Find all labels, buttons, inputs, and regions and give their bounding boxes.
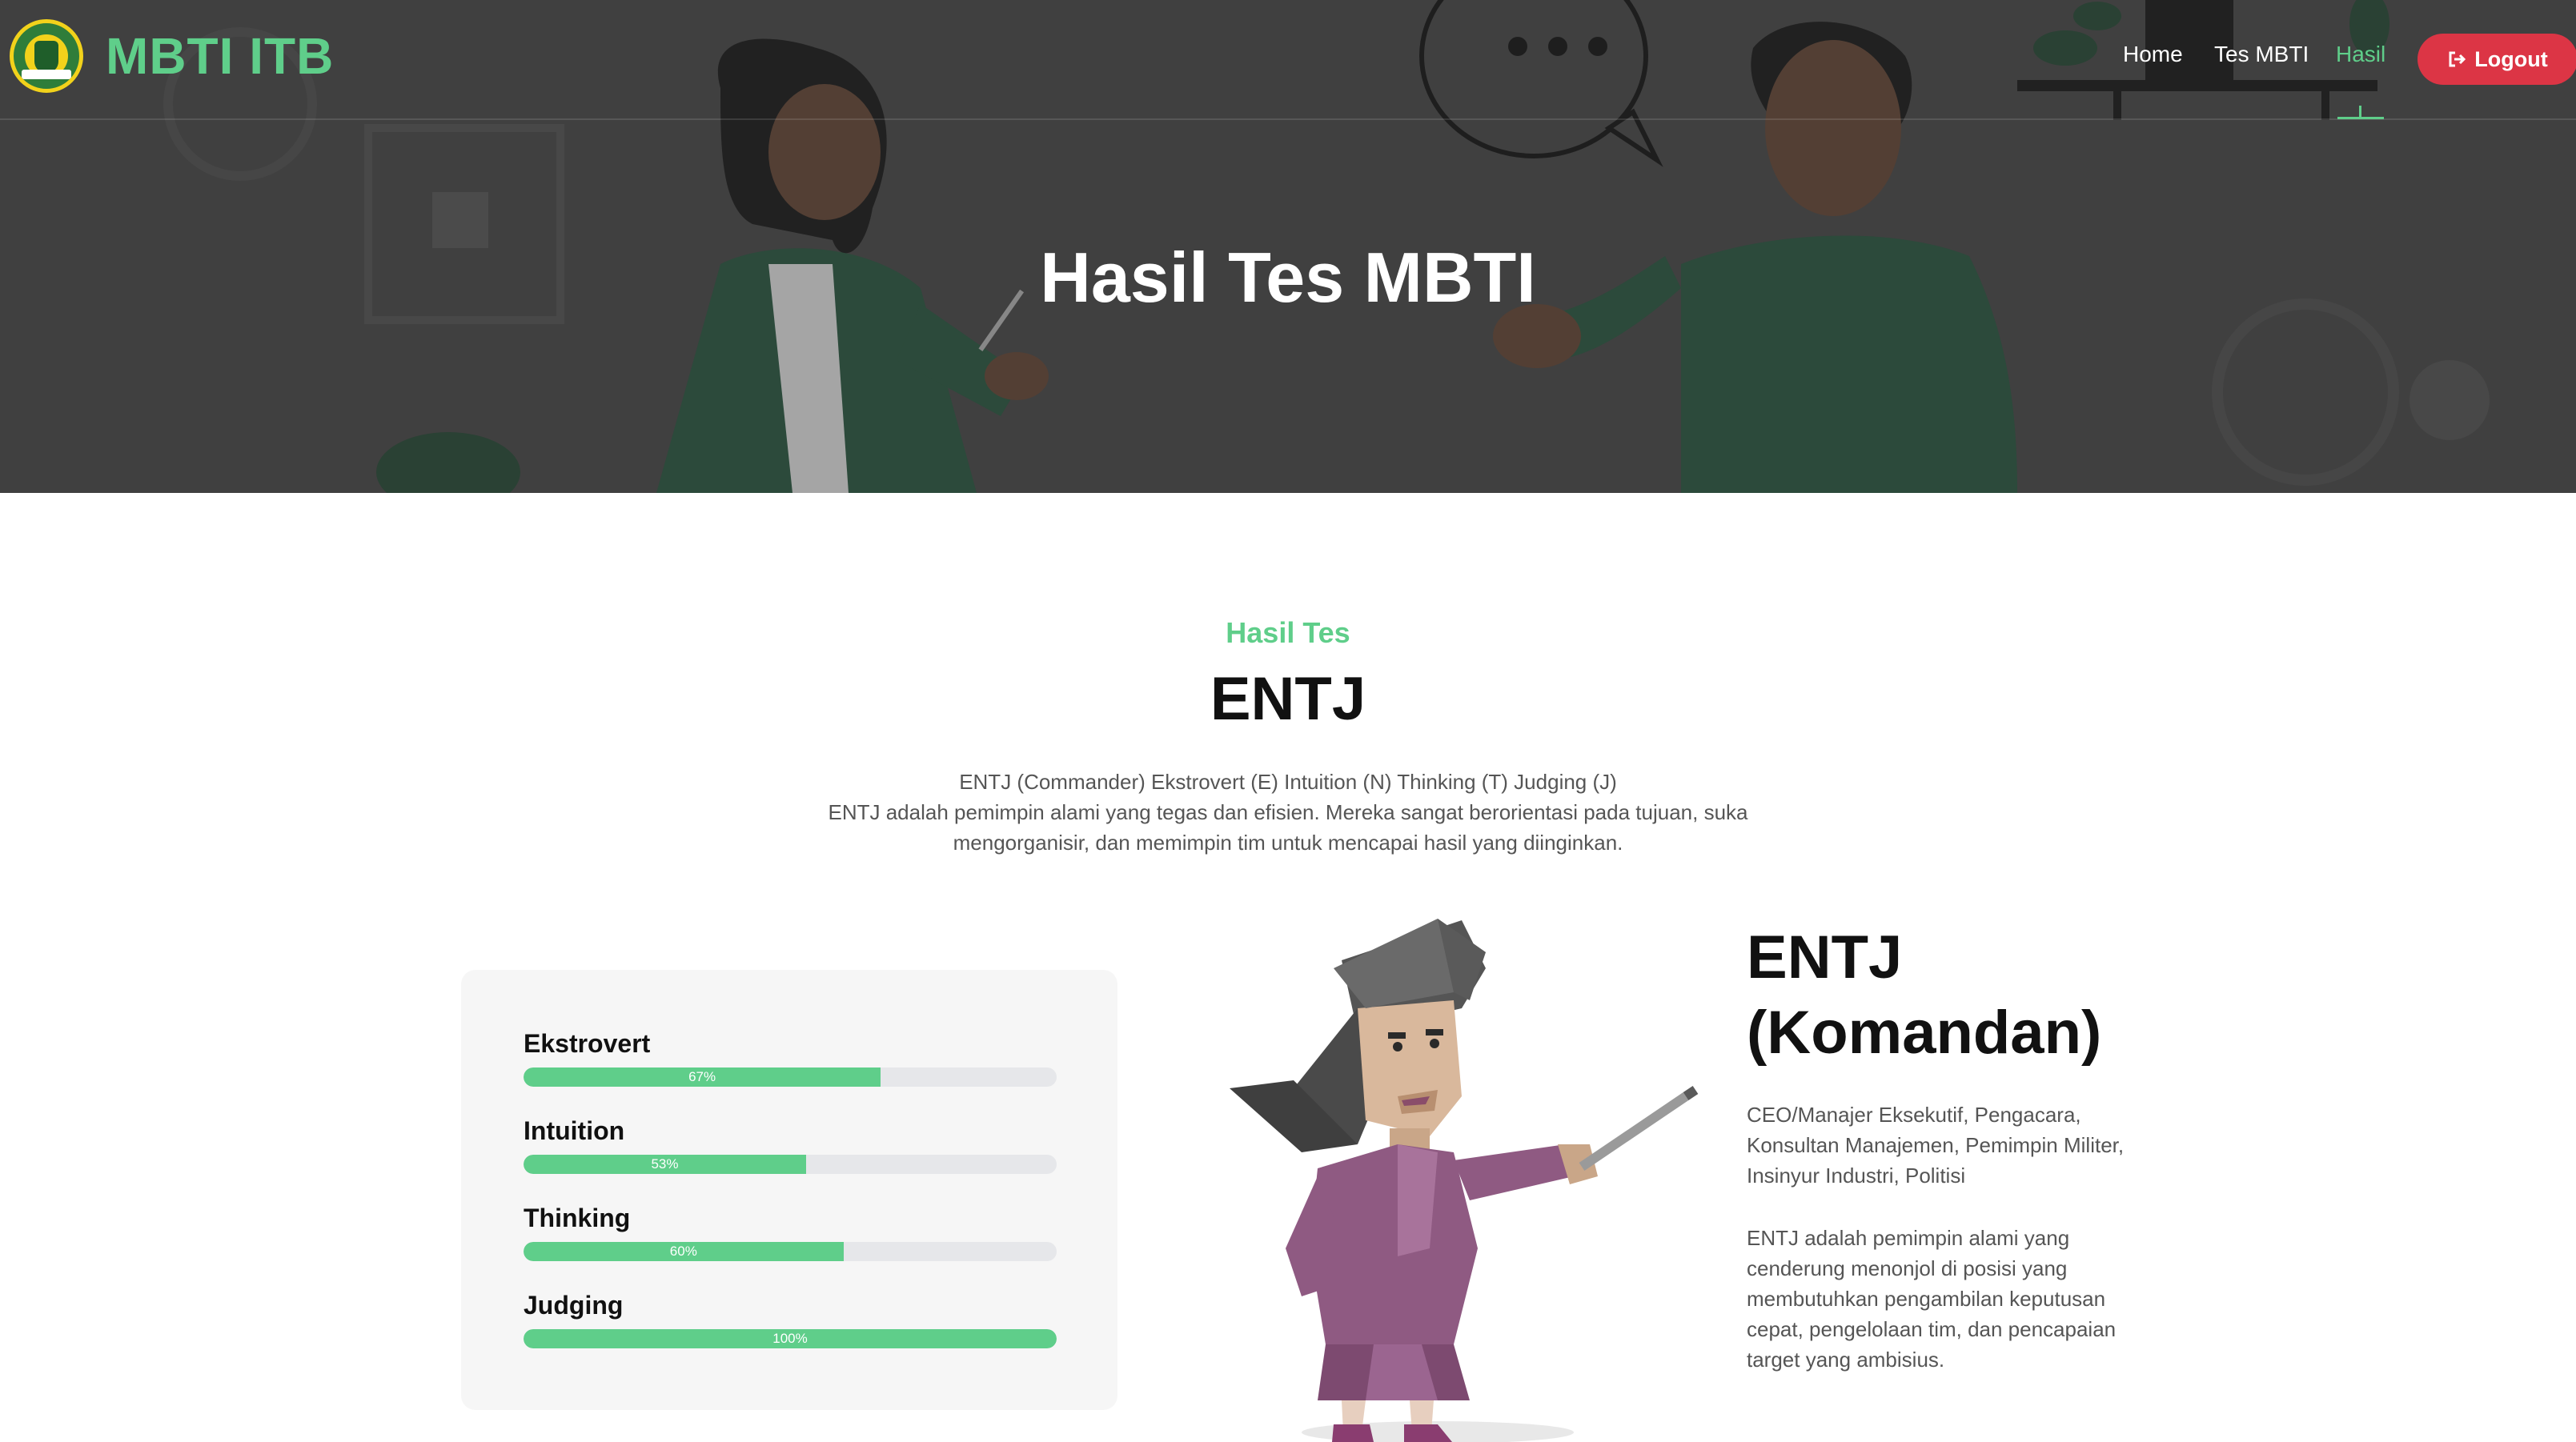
result-summary: ENTJ (Commander) Ekstrovert (E) Intuitio…: [784, 767, 1792, 858]
nav-active-tick: [2359, 106, 2361, 117]
trait-progress-bar: 100%: [524, 1329, 1057, 1348]
profile-title: ENTJ (Komandan): [1747, 923, 2102, 1067]
trait-progress-fill: 53%: [524, 1155, 806, 1174]
nav-tes-mbti[interactable]: Tes MBTI: [2214, 42, 2309, 67]
trait-row: Intuition 53%: [524, 1116, 1057, 1174]
profile-description: ENTJ adalah pemimpin alami yang cenderun…: [1747, 1226, 2117, 1372]
result-summary-line1: ENTJ (Commander) Ekstrovert (E) Intuitio…: [959, 770, 1617, 794]
trait-percent: 67%: [688, 1069, 716, 1084]
commander-character-illustration: [1230, 919, 1699, 1442]
nav-hasil[interactable]: Hasil: [2336, 42, 2385, 67]
trait-row: Ekstrovert 67%: [524, 1029, 1057, 1087]
university-seal-icon: [10, 19, 83, 93]
trait-stats-card: Ekstrovert 67% Intuition 53% Thinking 60…: [461, 970, 1117, 1410]
brand-name: MBTI ITB: [106, 27, 335, 85]
trait-percent: 60%: [669, 1244, 697, 1259]
trait-percent: 100%: [772, 1331, 808, 1346]
trait-progress-fill: 60%: [524, 1242, 844, 1261]
page-title: Hasil Tes MBTI: [1040, 238, 1536, 317]
trait-row: Judging 100%: [524, 1291, 1057, 1348]
result-summary-line2: ENTJ adalah pemimpin alami yang tegas da…: [828, 800, 1748, 855]
trait-progress-bar: 53%: [524, 1155, 1057, 1174]
trait-progress-bar: 60%: [524, 1242, 1057, 1261]
trait-label: Judging: [524, 1291, 624, 1320]
result-subtitle: Hasil Tes: [1226, 616, 1350, 649]
navbar: MBTI ITB Home Tes MBTI Hasil Logout: [0, 0, 2576, 120]
sign-out-icon: [2449, 51, 2466, 67]
trait-progress-bar: 67%: [524, 1067, 1057, 1087]
nav-active-indicator: [2337, 117, 2384, 119]
logout-button[interactable]: Logout: [2418, 34, 2576, 85]
trait-percent: 53%: [651, 1156, 679, 1172]
trait-progress-fill: 67%: [524, 1067, 881, 1087]
nav-home[interactable]: Home: [2123, 42, 2183, 67]
logout-label: Logout: [2474, 46, 2548, 71]
trait-row: Thinking 60%: [524, 1204, 1057, 1261]
brand[interactable]: MBTI ITB: [10, 16, 334, 96]
hero-banner: MBTI ITB Home Tes MBTI Hasil Logout Hasi…: [0, 0, 2576, 493]
trait-label: Ekstrovert: [524, 1029, 651, 1058]
trait-label: Intuition: [524, 1116, 625, 1145]
trait-progress-fill: 100%: [524, 1329, 1057, 1348]
trait-label: Thinking: [524, 1204, 631, 1232]
profile-careers: CEO/Manajer Eksekutif, Pengacara, Konsul…: [1747, 1103, 2125, 1188]
result-type: ENTJ: [1210, 665, 1366, 733]
